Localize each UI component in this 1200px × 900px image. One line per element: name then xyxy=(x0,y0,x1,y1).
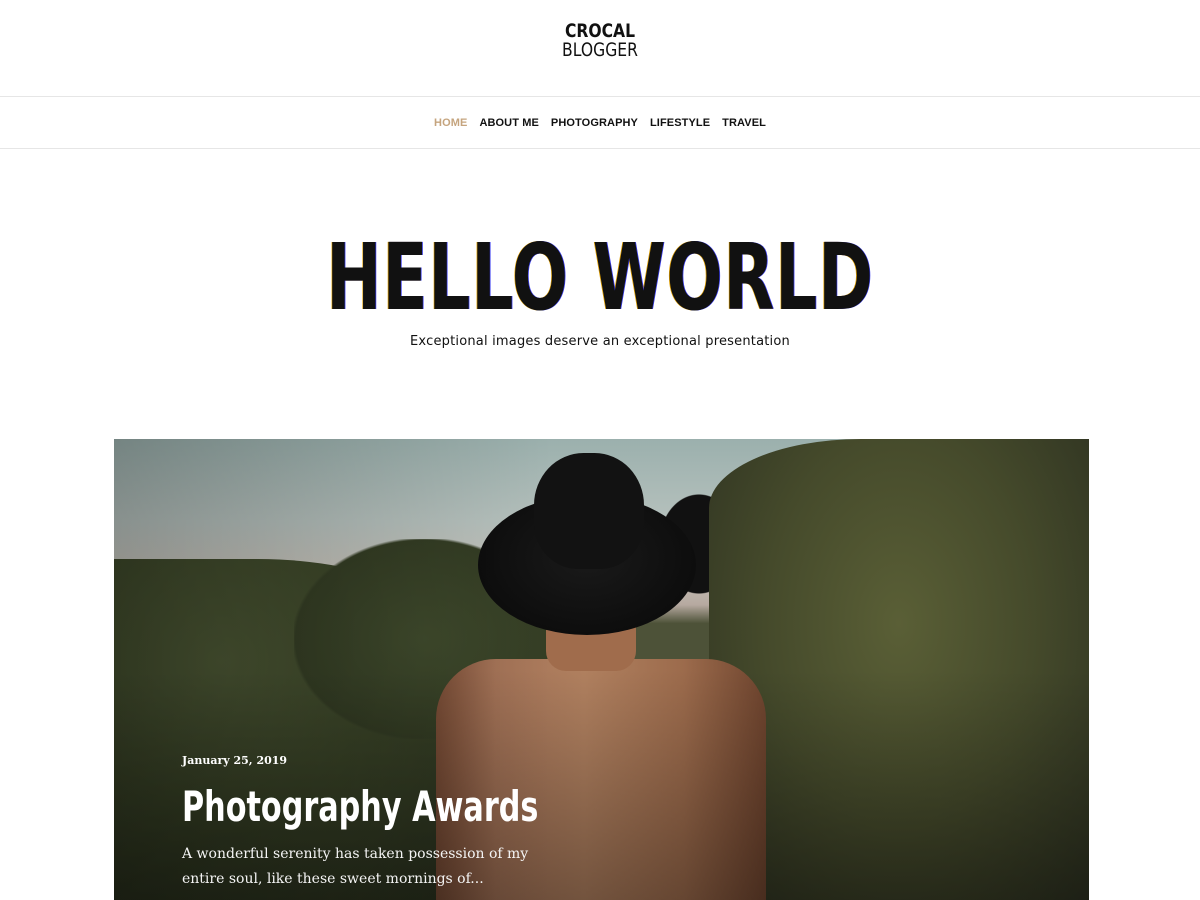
nav-item-photography[interactable]: PHOTOGRAPHY xyxy=(551,117,638,129)
nav-item-travel[interactable]: TRAVEL xyxy=(722,117,766,129)
nav-item-lifestyle[interactable]: LIFESTYLE xyxy=(650,117,710,129)
hero-subtitle: Exceptional images deserve an exceptiona… xyxy=(410,334,790,349)
hero-title: HELLO WORLD xyxy=(326,224,874,331)
post-date: January 25, 2019 xyxy=(182,754,288,767)
post-excerpt: A wonderful serenity has taken possessio… xyxy=(182,846,529,887)
site-logo[interactable]: CROCAL BLOGGER xyxy=(0,22,1200,60)
nav-item-about-me[interactable]: ABOUT ME xyxy=(479,117,538,129)
nav-item-home[interactable]: HOME xyxy=(434,117,467,129)
main-nav: HOME ABOUT ME PHOTOGRAPHY LIFESTYLE TRAV… xyxy=(0,97,1200,149)
logo-text-bottom: BLOGGER xyxy=(562,39,638,61)
site-header: CROCAL BLOGGER xyxy=(0,0,1200,97)
post-title-link[interactable]: Photography Awards xyxy=(182,780,538,834)
